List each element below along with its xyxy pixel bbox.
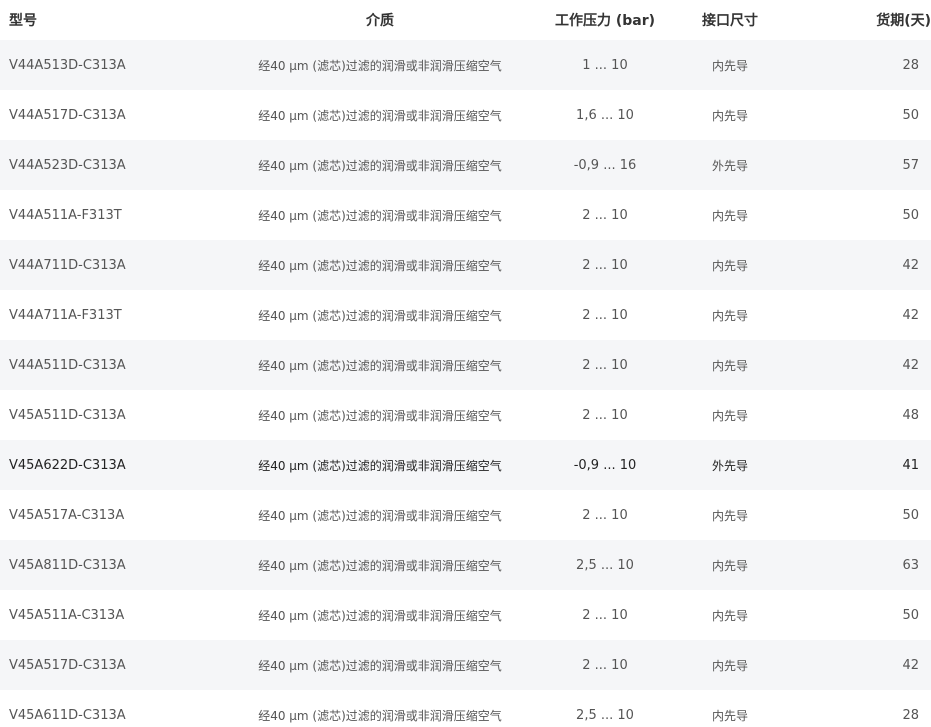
cell-pressure: 2 ... 10 — [582, 207, 628, 223]
cell-port: 内先导 — [711, 558, 748, 573]
cell-delivery: 63 — [902, 557, 919, 573]
table-row[interactable]: V45A511D-C313A 经40 μm (滤芯)过滤的润滑或非润滑压缩空气 2 … — [0, 390, 931, 440]
cell-pressure: 2 ... 10 — [582, 357, 628, 373]
cell-delivery: 41 — [902, 457, 919, 473]
table-row[interactable]: V45A511A-C313A 经40 μm (滤芯)过滤的润滑或非润滑压缩空气 2 … — [0, 590, 931, 640]
cell-medium: 经40 μm (滤芯)过滤的润滑或非润滑压缩空气 — [258, 708, 502, 723]
cell-delivery: 42 — [902, 257, 919, 273]
table-row[interactable]: V45A622D-C313A 经40 μm (滤芯)过滤的润滑或非润滑压缩空气 -0… — [0, 440, 931, 490]
table-row[interactable]: V44A511D-C313A 经40 μm (滤芯)过滤的润滑或非润滑压缩空气 2 … — [0, 340, 931, 390]
cell-model[interactable]: V44A711D-C313A — [0, 258, 210, 273]
table-header: 型号 介质 工作压力 (bar) 接口尺寸 货期(天) — [0, 0, 931, 40]
cell-model[interactable]: V44A711A-F313T — [0, 308, 210, 323]
table-row[interactable]: V45A611D-C313A 经40 μm (滤芯)过滤的润滑或非润滑压缩空气 2,… — [0, 690, 931, 727]
header-port[interactable]: 接口尺寸 — [660, 10, 800, 30]
cell-pressure: -0,9 ... 16 — [573, 157, 637, 173]
cell-port: 外先导 — [711, 458, 748, 473]
cell-medium: 经40 μm (滤芯)过滤的润滑或非润滑压缩空气 — [258, 458, 502, 473]
cell-delivery: 50 — [902, 607, 919, 623]
cell-medium: 经40 μm (滤芯)过滤的润滑或非润滑压缩空气 — [258, 608, 502, 623]
table-row[interactable]: V44A523D-C313A 经40 μm (滤芯)过滤的润滑或非润滑压缩空气 -0… — [0, 140, 931, 190]
cell-port: 内先导 — [711, 208, 748, 223]
cell-model[interactable]: V44A517D-C313A — [0, 108, 210, 123]
cell-model[interactable]: V44A511D-C313A — [0, 358, 210, 373]
cell-delivery: 28 — [902, 707, 919, 723]
cell-model[interactable]: V45A811D-C313A — [0, 558, 210, 573]
cell-pressure: 2 ... 10 — [582, 657, 628, 673]
table-row[interactable]: V45A811D-C313A 经40 μm (滤芯)过滤的润滑或非润滑压缩空气 2,… — [0, 540, 931, 590]
cell-pressure: 2 ... 10 — [582, 307, 628, 323]
table-row[interactable]: V45A517D-C313A 经40 μm (滤芯)过滤的润滑或非润滑压缩空气 2 … — [0, 640, 931, 690]
cell-port: 内先导 — [711, 308, 748, 323]
cell-model[interactable]: V45A511A-C313A — [0, 608, 210, 623]
cell-pressure: 1 ... 10 — [582, 57, 628, 73]
header-model[interactable]: 型号 — [0, 10, 210, 30]
cell-medium: 经40 μm (滤芯)过滤的润滑或非润滑压缩空气 — [258, 158, 502, 173]
table-row[interactable]: V44A513D-C313A 经40 μm (滤芯)过滤的润滑或非润滑压缩空气 1 … — [0, 40, 931, 90]
cell-port: 内先导 — [711, 58, 748, 73]
table-row[interactable]: V45A517A-C313A 经40 μm (滤芯)过滤的润滑或非润滑压缩空气 2 … — [0, 490, 931, 540]
cell-pressure: 2 ... 10 — [582, 257, 628, 273]
cell-delivery: 42 — [902, 357, 919, 373]
cell-port: 内先导 — [711, 108, 748, 123]
header-pressure[interactable]: 工作压力 (bar) — [550, 10, 660, 30]
cell-model[interactable]: V44A513D-C313A — [0, 58, 210, 73]
cell-model[interactable]: V45A611D-C313A — [0, 708, 210, 723]
header-delivery[interactable]: 货期(天) — [800, 10, 931, 30]
cell-port: 内先导 — [711, 258, 748, 273]
cell-model[interactable]: V45A517A-C313A — [0, 508, 210, 523]
table-body: V44A513D-C313A 经40 μm (滤芯)过滤的润滑或非润滑压缩空气 1 … — [0, 40, 931, 727]
cell-delivery: 50 — [902, 207, 919, 223]
cell-medium: 经40 μm (滤芯)过滤的润滑或非润滑压缩空气 — [258, 658, 502, 673]
cell-medium: 经40 μm (滤芯)过滤的润滑或非润滑压缩空气 — [258, 208, 502, 223]
cell-delivery: 42 — [902, 657, 919, 673]
cell-medium: 经40 μm (滤芯)过滤的润滑或非润滑压缩空气 — [258, 258, 502, 273]
table-row[interactable]: V44A711D-C313A 经40 μm (滤芯)过滤的润滑或非润滑压缩空气 2 … — [0, 240, 931, 290]
cell-pressure: 2,5 ... 10 — [576, 707, 634, 723]
cell-model[interactable]: V45A517D-C313A — [0, 658, 210, 673]
cell-delivery: 28 — [902, 57, 919, 73]
table-row[interactable]: V44A511A-F313T 经40 μm (滤芯)过滤的润滑或非润滑压缩空气 2 … — [0, 190, 931, 240]
cell-pressure: 2 ... 10 — [582, 607, 628, 623]
cell-model[interactable]: V44A511A-F313T — [0, 208, 210, 223]
cell-port: 外先导 — [711, 158, 748, 173]
table-row[interactable]: V44A517D-C313A 经40 μm (滤芯)过滤的润滑或非润滑压缩空气 1,… — [0, 90, 931, 140]
cell-pressure: 1,6 ... 10 — [576, 107, 634, 123]
cell-delivery: 42 — [902, 307, 919, 323]
cell-pressure: 2 ... 10 — [582, 507, 628, 523]
cell-medium: 经40 μm (滤芯)过滤的润滑或非润滑压缩空气 — [258, 558, 502, 573]
cell-medium: 经40 μm (滤芯)过滤的润滑或非润滑压缩空气 — [258, 508, 502, 523]
cell-port: 内先导 — [711, 658, 748, 673]
cell-model[interactable]: V44A523D-C313A — [0, 158, 210, 173]
cell-port: 内先导 — [711, 708, 748, 723]
cell-pressure: -0,9 ... 10 — [573, 457, 637, 473]
cell-delivery: 50 — [902, 107, 919, 123]
cell-pressure: 2 ... 10 — [582, 407, 628, 423]
cell-port: 内先导 — [711, 608, 748, 623]
cell-delivery: 48 — [902, 407, 919, 423]
header-medium[interactable]: 介质 — [210, 10, 550, 30]
cell-medium: 经40 μm (滤芯)过滤的润滑或非润滑压缩空气 — [258, 108, 502, 123]
cell-delivery: 57 — [902, 157, 919, 173]
cell-pressure: 2,5 ... 10 — [576, 557, 634, 573]
cell-model[interactable]: V45A622D-C313A — [0, 458, 210, 473]
cell-medium: 经40 μm (滤芯)过滤的润滑或非润滑压缩空气 — [258, 308, 502, 323]
product-table: 型号 介质 工作压力 (bar) 接口尺寸 货期(天) V44A513D-C31… — [0, 0, 931, 727]
cell-model[interactable]: V45A511D-C313A — [0, 408, 210, 423]
table-row[interactable]: V44A711A-F313T 经40 μm (滤芯)过滤的润滑或非润滑压缩空气 2 … — [0, 290, 931, 340]
cell-delivery: 50 — [902, 507, 919, 523]
cell-port: 内先导 — [711, 508, 748, 523]
cell-medium: 经40 μm (滤芯)过滤的润滑或非润滑压缩空气 — [258, 58, 502, 73]
cell-medium: 经40 μm (滤芯)过滤的润滑或非润滑压缩空气 — [258, 408, 502, 423]
cell-medium: 经40 μm (滤芯)过滤的润滑或非润滑压缩空气 — [258, 358, 502, 373]
cell-port: 内先导 — [711, 358, 748, 373]
cell-port: 内先导 — [711, 408, 748, 423]
